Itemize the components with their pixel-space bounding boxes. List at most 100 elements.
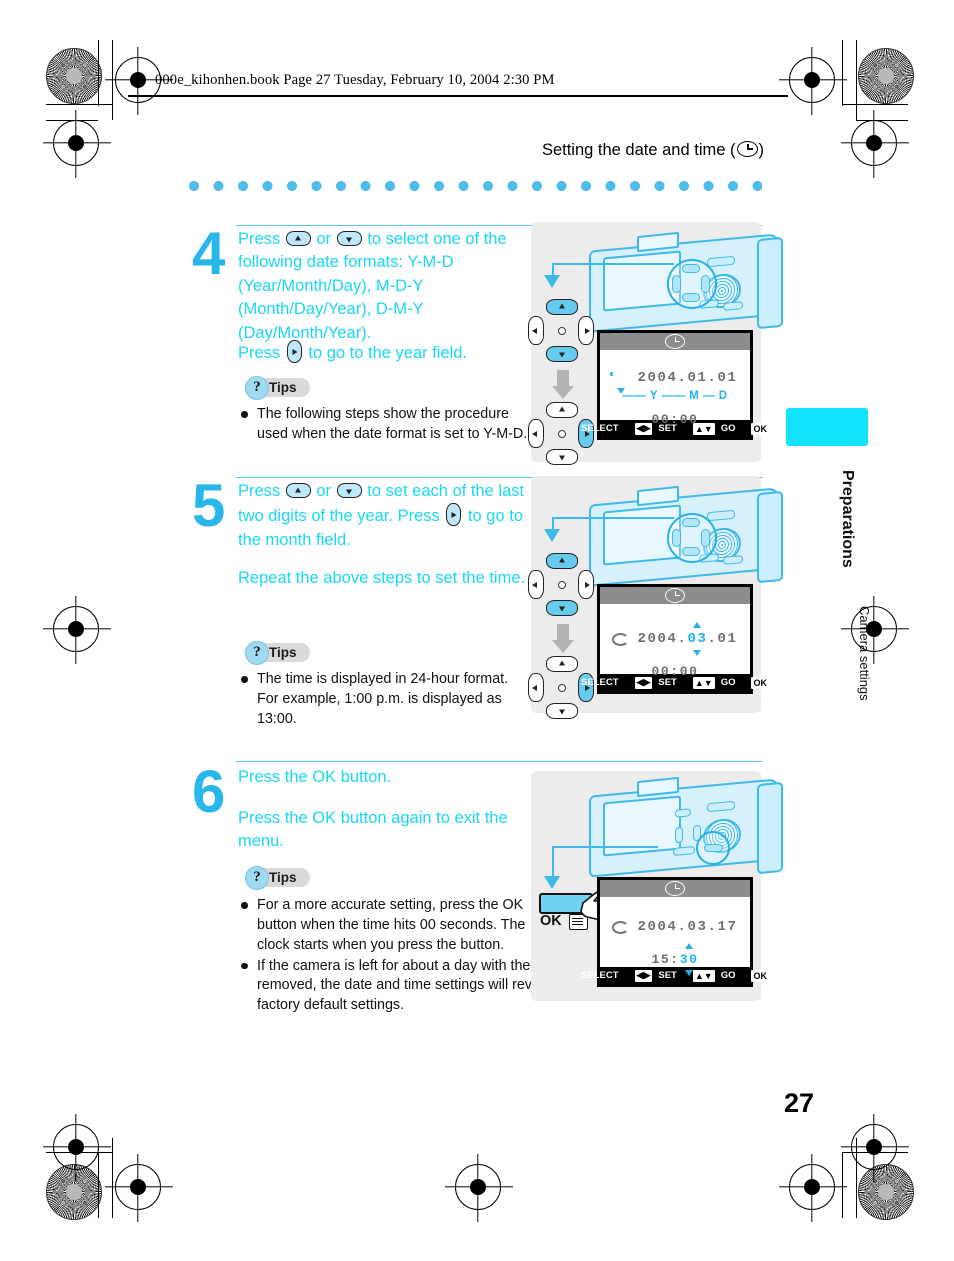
screen-titlebar bbox=[600, 333, 750, 350]
pad-down bbox=[682, 293, 700, 302]
registration-rosette-top-left bbox=[46, 48, 102, 104]
pad-right bbox=[701, 529, 710, 547]
callout-leader-line bbox=[552, 846, 658, 880]
header-rule bbox=[128, 95, 788, 97]
diamond-icon bbox=[683, 680, 687, 685]
crop-line-bl-v bbox=[98, 1152, 100, 1218]
screen-titlebar bbox=[600, 880, 750, 897]
diamond-icon bbox=[683, 426, 687, 431]
screen-body: 2004.01.01 —— Y —— M — D 00:00 bbox=[600, 350, 750, 427]
schematic-up-key bbox=[546, 402, 578, 418]
camera-button-e bbox=[675, 826, 683, 844]
ok-button bbox=[704, 844, 723, 852]
screen-date-row: 2004. 03.01 bbox=[600, 631, 750, 647]
crop-line-br-h bbox=[842, 1152, 908, 1154]
screen-date-value: 2004.03.17 bbox=[637, 919, 738, 935]
clock-icon bbox=[665, 334, 685, 349]
schematic-down-key bbox=[546, 703, 578, 719]
footer-select-key: ◀▶ bbox=[634, 969, 653, 982]
step-4-illustration: 2004.01.01 —— Y —— M — D 00:00 SELECT ◀▶ … bbox=[528, 222, 783, 465]
clock-icon bbox=[736, 141, 758, 157]
schematic-left-key bbox=[528, 316, 544, 345]
schematic-center-dot bbox=[558, 430, 566, 438]
camera-ok-button-highlight bbox=[696, 831, 730, 865]
step-6-rule bbox=[236, 761, 762, 763]
right-button-icon bbox=[286, 340, 302, 363]
schematic-flow-arrow-icon bbox=[552, 386, 574, 399]
crop-line-br-v2 bbox=[856, 1138, 858, 1218]
pad-right bbox=[701, 275, 710, 293]
screen-time-highlight: 30 bbox=[679, 952, 699, 967]
crop-line-bl-v2 bbox=[112, 1138, 114, 1218]
registration-mark-bottom-center bbox=[455, 1164, 501, 1210]
step-5-paragraph-1: Press or to set each of the last two dig… bbox=[238, 480, 530, 552]
screen-date-suffix: .01 bbox=[707, 631, 738, 647]
registration-mark-bottom-center-right bbox=[789, 1164, 835, 1210]
callout-arrow-icon bbox=[544, 529, 560, 542]
registration-mark-bottom-center-left bbox=[115, 1164, 161, 1210]
crop-line-left-v bbox=[98, 40, 100, 106]
format-year-label: Y bbox=[649, 390, 658, 402]
screen-date-row: 2004.01.01 bbox=[600, 370, 750, 386]
format-cycle-icon bbox=[612, 920, 630, 934]
step-6-tips-header: ? Tips bbox=[245, 866, 310, 890]
down-button-icon bbox=[336, 231, 362, 246]
footer-go-key: OK bbox=[751, 422, 769, 435]
ok-callout-label: OK bbox=[540, 913, 562, 929]
screen-date-highlight: 03 bbox=[687, 631, 708, 647]
pad-schematic-updown bbox=[528, 553, 594, 616]
crop-line-br-v bbox=[842, 1152, 844, 1218]
registration-mark-top-right bbox=[789, 57, 835, 103]
registration-mark-left-mid bbox=[53, 606, 99, 652]
clock-icon bbox=[665, 588, 685, 603]
step-6-paragraph-2: Press the OK button again to exit the me… bbox=[238, 809, 508, 851]
section-subtitle: Camera settings bbox=[857, 606, 872, 701]
schematic-up-key bbox=[546, 656, 578, 672]
footer-go-key: OK bbox=[751, 676, 769, 689]
step-4-number: 4 bbox=[192, 220, 226, 287]
schematic-down-key bbox=[546, 346, 578, 362]
schematic-up-key bbox=[546, 553, 578, 569]
camera-grip bbox=[757, 236, 783, 330]
screen-format-row: —— Y —— M — D bbox=[622, 390, 728, 402]
screen-titlebar bbox=[600, 587, 750, 604]
registration-rosette-top-right bbox=[858, 48, 914, 104]
step-5-paragraph-2: Repeat the above steps to set the time. bbox=[238, 569, 526, 587]
step-6-illustration: OK 2004.03.17 15:30 SELECT ◀▶ SET ▲▼ GO OK bbox=[531, 771, 783, 1001]
footer-set-key: ▲▼ bbox=[692, 969, 715, 982]
crop-line-right-v bbox=[842, 40, 844, 106]
pad-up bbox=[682, 264, 700, 273]
list-item: The time is displayed in 24-hour format.… bbox=[240, 670, 532, 730]
registration-rosette-bottom-right bbox=[858, 1164, 914, 1220]
tips-pill: ? Tips bbox=[245, 641, 310, 665]
question-mark-icon: ? bbox=[245, 641, 269, 665]
page-number: 27 bbox=[783, 1088, 814, 1118]
pad-schematic-updown bbox=[528, 299, 594, 362]
screen-time-prefix: 15: bbox=[651, 952, 680, 967]
format-cycle-icon bbox=[612, 632, 630, 646]
step-4-tips-header: ? Tips bbox=[245, 376, 310, 400]
diamond-icon bbox=[624, 680, 629, 685]
camera-four-way-pad bbox=[667, 513, 717, 563]
schematic-right-key bbox=[578, 316, 594, 345]
step-4-p1-or: or bbox=[316, 230, 332, 248]
pad-up bbox=[682, 518, 700, 527]
camera-four-way-pad bbox=[667, 259, 717, 309]
down-button-icon bbox=[336, 483, 362, 498]
screen-time-row: 00:00 bbox=[651, 664, 699, 679]
schematic-flow-arrow-icon bbox=[552, 640, 574, 653]
lcd-screen-step-4: 2004.01.01 —— Y —— M — D 00:00 SELECT ◀▶ … bbox=[581, 330, 769, 440]
diamond-icon bbox=[624, 426, 629, 431]
crop-line-bl-h bbox=[46, 1152, 112, 1154]
callout-leader-line bbox=[552, 517, 674, 533]
registration-mark-left-upper bbox=[53, 120, 99, 166]
footer-select-label: SELECT bbox=[581, 970, 619, 981]
page-title-text: Setting the date and time ( bbox=[541, 141, 736, 159]
decorative-dot-rule bbox=[188, 180, 762, 192]
screen-time-row: 00:00 bbox=[651, 412, 699, 427]
step-5-p1-press: Press bbox=[238, 482, 281, 500]
format-month-label: M bbox=[689, 390, 700, 402]
registration-rosette-bottom-left bbox=[46, 1164, 102, 1220]
tips-pill: ? Tips bbox=[245, 376, 310, 400]
step-5-tips-header: ? Tips bbox=[245, 641, 310, 665]
